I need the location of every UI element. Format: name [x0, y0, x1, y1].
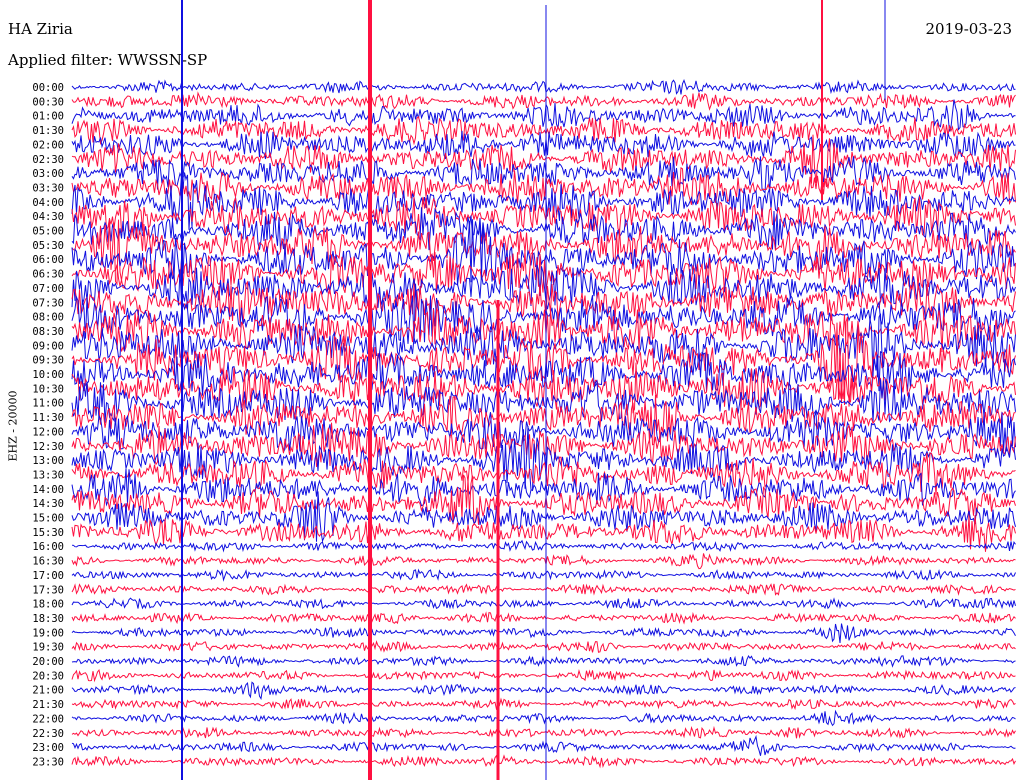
tick-label: 16:00 — [32, 541, 64, 553]
trace-line — [71, 91, 1016, 111]
tick-label: 19:30 — [32, 642, 64, 654]
tick-label: 11:00 — [32, 398, 64, 410]
trace-layer — [71, 79, 1016, 769]
tick-label: 21:30 — [32, 699, 64, 711]
trace-line — [71, 709, 1016, 727]
tick-label: 00:30 — [32, 96, 64, 108]
trace-line — [71, 611, 1016, 625]
tick-label: 06:30 — [32, 269, 64, 281]
tick-label: 05:30 — [32, 240, 64, 252]
tick-label: 20:00 — [32, 656, 64, 668]
tick-label: 03:00 — [32, 168, 64, 180]
tick-label: 09:30 — [32, 355, 64, 367]
tick-label: 15:30 — [32, 527, 64, 539]
tick-label: 18:30 — [32, 613, 64, 625]
tick-label: 04:00 — [32, 197, 64, 209]
tick-label: 18:00 — [32, 599, 64, 611]
tick-label: 17:30 — [32, 584, 64, 596]
trace-line — [71, 539, 1016, 553]
tick-label: 03:30 — [32, 182, 64, 194]
tick-label: 06:00 — [32, 254, 64, 266]
tick-label: 00:00 — [32, 82, 64, 94]
tick-label: 13:30 — [32, 469, 64, 481]
trace-line — [71, 79, 1016, 95]
tick-label: 16:30 — [32, 556, 64, 568]
trace-line — [71, 568, 1016, 582]
tick-label: 11:30 — [32, 412, 64, 424]
trace-line — [71, 623, 1016, 643]
tick-label: 23:00 — [32, 742, 64, 754]
tick-label: 04:30 — [32, 211, 64, 223]
tick-label: 08:30 — [32, 326, 64, 338]
tick-label: 02:30 — [32, 154, 64, 166]
tick-label: 10:30 — [32, 383, 64, 395]
tick-label: 23:30 — [32, 756, 64, 768]
tick-label: 02:00 — [32, 139, 64, 151]
trace-line — [71, 313, 1016, 378]
tick-label: 17:00 — [32, 570, 64, 582]
tick-label: 01:00 — [32, 111, 64, 123]
trace-line — [71, 654, 1016, 668]
tick-label: 20:30 — [32, 670, 64, 682]
tick-label: 10:00 — [32, 369, 64, 381]
tick-label: 08:00 — [32, 312, 64, 324]
tick-label: 21:00 — [32, 685, 64, 697]
trace-line — [71, 597, 1016, 610]
time-tick-labels: 00:00 00:30 01:00 01:30 02:00 02:30 03:00 03:30… — [32, 82, 64, 768]
tick-label: 07:30 — [32, 297, 64, 309]
trace-line — [71, 754, 1016, 769]
tick-label: 07:00 — [32, 283, 64, 295]
trace-line — [71, 697, 1016, 711]
trace-line — [71, 115, 1016, 146]
trace-line — [71, 725, 1016, 739]
tick-label: 14:30 — [32, 498, 64, 510]
tick-label: 13:00 — [32, 455, 64, 467]
tick-label: 15:00 — [32, 513, 64, 525]
trace-line — [71, 734, 1016, 756]
tick-label: 12:00 — [32, 426, 64, 438]
tick-label: 01:30 — [32, 125, 64, 137]
tick-label: 09:00 — [32, 340, 64, 352]
trace-line — [71, 640, 1016, 653]
tick-label: 22:00 — [32, 713, 64, 725]
tick-label: 22:30 — [32, 728, 64, 740]
trace-line — [71, 583, 1016, 596]
trace-line — [71, 668, 1016, 683]
trace-line — [71, 515, 1016, 552]
trace-line — [71, 553, 1016, 570]
trace-line — [71, 681, 1016, 700]
tick-label: 19:00 — [32, 627, 64, 639]
tick-label: 12:30 — [32, 441, 64, 453]
helicorder-plot: 00:00 00:30 01:00 01:30 02:00 02:30 03:00 03:30… — [32, 0, 1016, 780]
tick-label: 05:00 — [32, 226, 64, 238]
tick-label: 14:00 — [32, 484, 64, 496]
